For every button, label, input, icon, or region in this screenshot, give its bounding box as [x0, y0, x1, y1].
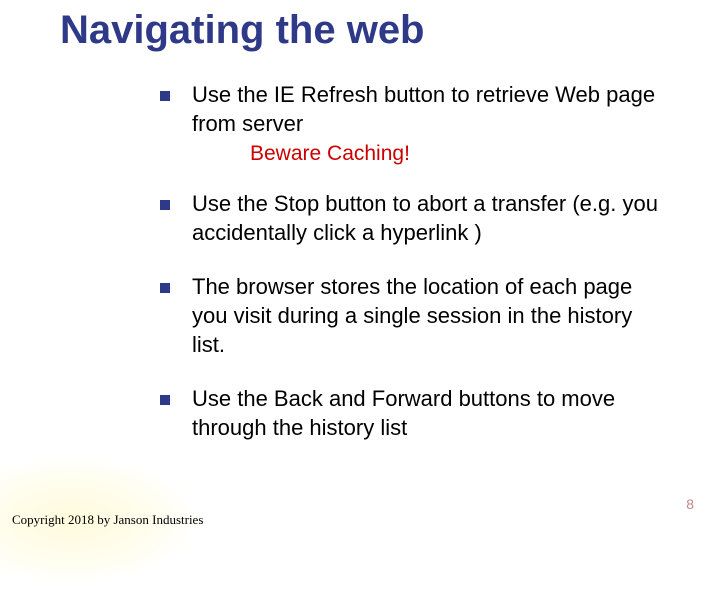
- bullet-list: Use the IE Refresh button to retrieve We…: [160, 81, 670, 442]
- bullet-square-icon: [160, 395, 170, 405]
- copyright-text: Copyright 2018 by Janson Industries: [12, 512, 203, 528]
- list-item: Use the Stop button to abort a transfer …: [160, 190, 670, 247]
- page-number: 8: [686, 496, 694, 512]
- bullet-text: The browser stores the location of each …: [192, 273, 670, 359]
- slide-title: Navigating the web: [60, 8, 670, 53]
- bullet-square-icon: [160, 283, 170, 293]
- list-item: The browser stores the location of each …: [160, 273, 670, 359]
- bullet-square-icon: [160, 200, 170, 210]
- bullet-text: Use the IE Refresh button to retrieve We…: [192, 81, 670, 138]
- list-item: Use the IE Refresh button to retrieve We…: [160, 81, 670, 138]
- slide: Navigating the web Use the IE Refresh bu…: [0, 0, 720, 540]
- bullet-text: Use the Stop button to abort a transfer …: [192, 190, 670, 247]
- list-item: Use the Back and Forward buttons to move…: [160, 385, 670, 442]
- bullet-text: Use the Back and Forward buttons to move…: [192, 385, 670, 442]
- bullet-square-icon: [160, 91, 170, 101]
- warning-text: Beware Caching!: [250, 142, 670, 166]
